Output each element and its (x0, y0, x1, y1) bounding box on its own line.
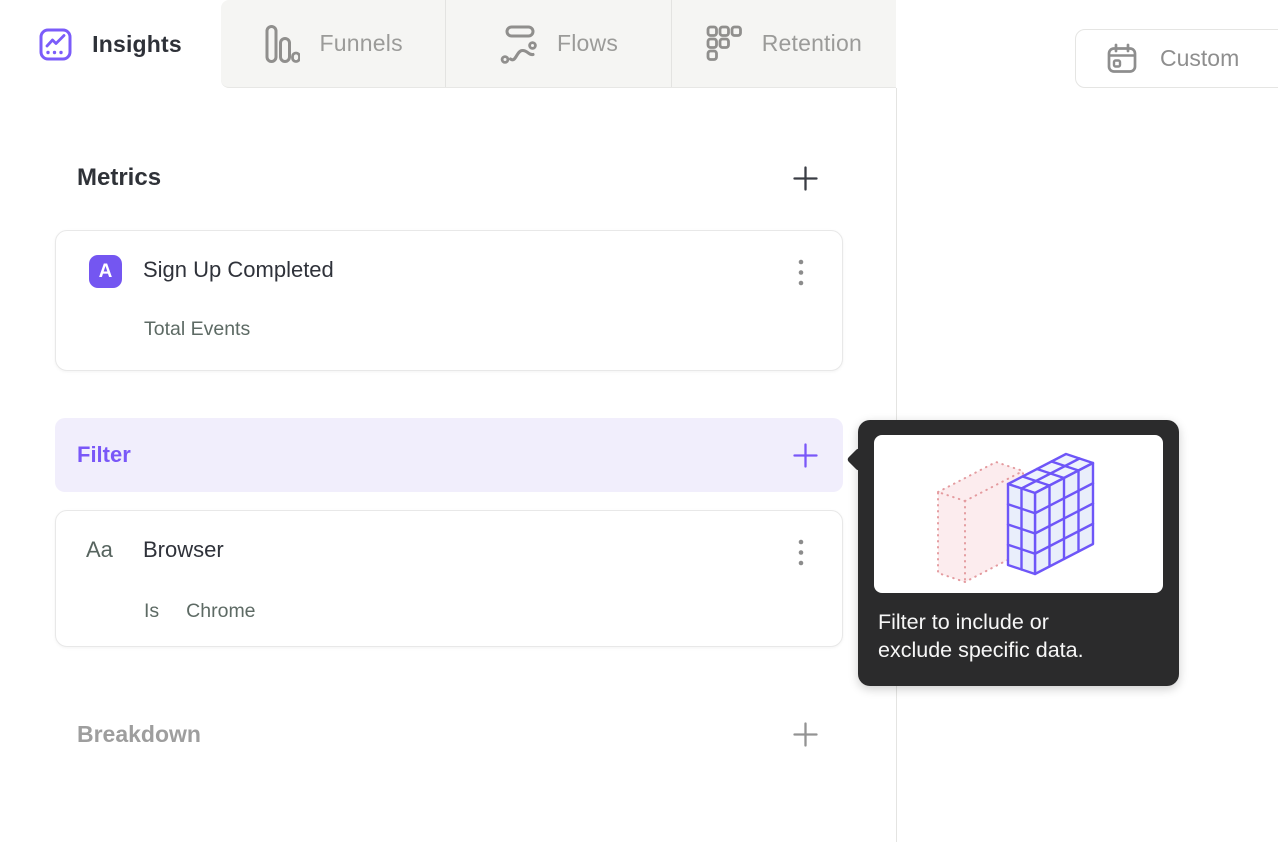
filter-heading: Filter (77, 442, 131, 467)
filter-options-button[interactable] (788, 535, 814, 571)
filter-tooltip: Filter to include or exclude specific da… (846, 420, 1179, 686)
add-filter-button[interactable] (790, 440, 820, 470)
kebab-menu-icon (798, 259, 804, 286)
metrics-heading: Metrics (77, 164, 162, 191)
tab-funnels-label: Funnels (319, 30, 403, 56)
tab-flows[interactable]: Flows (446, 0, 670, 87)
filter-value[interactable]: Chrome (186, 600, 255, 623)
filter-header-row[interactable]: Filter (55, 418, 843, 492)
date-range-label: Custom (1160, 45, 1240, 71)
tab-funnels[interactable]: Funnels (221, 0, 445, 87)
tooltip-arrow (846, 447, 871, 472)
breakdown-heading: Breakdown (77, 720, 201, 747)
tab-retention-label: Retention (761, 30, 862, 56)
tooltip-line-1: Filter to include or (878, 610, 1049, 634)
tab-retention[interactable]: Retention (672, 0, 896, 87)
insights-report-builder: Insights Funnels Flows Retention Custom … (0, 0, 1278, 842)
metric-card[interactable]: A Sign Up Completed Total Events (55, 230, 843, 371)
date-range-custom-button[interactable]: Custom (1075, 29, 1278, 88)
filter-property-name: Browser (143, 537, 224, 562)
metric-series-badge: A (89, 255, 122, 288)
metric-event-name: Sign Up Completed (143, 257, 334, 282)
report-type-tabbar: Insights Funnels Flows Retention (0, 0, 897, 88)
tab-insights-label: Insights (92, 30, 182, 57)
filter-condition-row: Is Chrome (144, 600, 256, 623)
plus-icon (792, 721, 818, 747)
calendar-icon (1107, 43, 1137, 73)
plus-icon (792, 165, 818, 191)
filter-card[interactable]: Aa Browser Is Chrome (55, 510, 843, 647)
add-breakdown-button[interactable] (790, 719, 820, 749)
add-metric-button[interactable] (790, 163, 820, 193)
metric-options-button[interactable] (788, 255, 814, 291)
breakdown-header-row: Breakdown (55, 714, 843, 754)
plus-icon (792, 442, 818, 468)
tooltip-description: Filter to include or exclude specific da… (878, 608, 1154, 664)
inactive-tabs-group: Funnels Flows Retention (221, 0, 896, 88)
tab-insights[interactable]: Insights (0, 0, 221, 88)
funnels-icon (265, 24, 300, 63)
metric-aggregation[interactable]: Total Events (144, 318, 250, 341)
flows-icon (500, 25, 537, 64)
filter-cube-illustration (874, 435, 1163, 593)
string-property-icon: Aa (86, 537, 113, 562)
retention-icon (706, 25, 742, 61)
tab-flows-label: Flows (556, 30, 619, 56)
metrics-header-row: Metrics (55, 158, 843, 198)
filter-operator[interactable]: Is (144, 600, 159, 623)
tooltip-line-2: exclude specific data. (878, 638, 1084, 662)
insights-chart-icon (39, 28, 72, 60)
kebab-menu-icon (798, 539, 804, 566)
